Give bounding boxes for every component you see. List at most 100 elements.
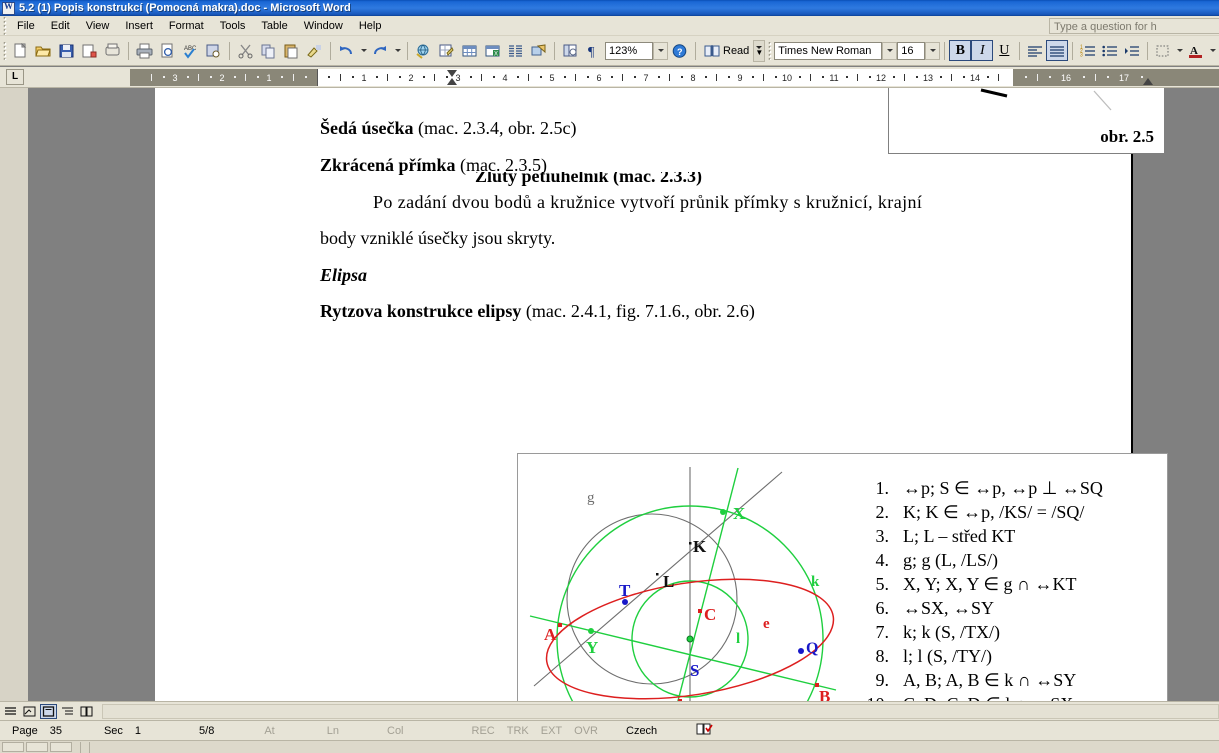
font-name-dropdown-icon[interactable] bbox=[882, 41, 898, 60]
search-folder-icon[interactable] bbox=[101, 40, 124, 62]
menu-tools[interactable]: Tools bbox=[212, 18, 254, 34]
increase-indent-icon[interactable] bbox=[1121, 40, 1143, 61]
document-map-icon[interactable] bbox=[559, 40, 582, 62]
menu-file[interactable]: File bbox=[9, 18, 43, 34]
toolbar-grip-handle-2[interactable] bbox=[765, 41, 775, 60]
label-g: g bbox=[587, 490, 595, 506]
menu-grip-handle[interactable] bbox=[0, 16, 9, 35]
spell-check-status-icon[interactable] bbox=[689, 722, 719, 739]
menu-format[interactable]: Format bbox=[161, 18, 212, 34]
new-document-icon[interactable] bbox=[9, 40, 32, 62]
menu-edit[interactable]: Edit bbox=[43, 18, 78, 34]
tables-borders-icon[interactable] bbox=[435, 40, 458, 62]
ruler-tick-6: 6 bbox=[596, 73, 602, 83]
zoom-input[interactable]: 123% bbox=[605, 41, 653, 60]
print-icon[interactable] bbox=[133, 40, 156, 62]
email-icon[interactable] bbox=[78, 40, 101, 62]
menu-insert[interactable]: Insert bbox=[117, 18, 161, 34]
hanging-indent-marker[interactable] bbox=[447, 78, 457, 85]
circle-g bbox=[566, 513, 738, 685]
outline-view-icon[interactable] bbox=[59, 704, 76, 719]
copy-icon[interactable] bbox=[257, 40, 280, 62]
ruler-strip[interactable]: 3 2 1 1 2 3 4 5 6 7 8 9 10 11 12 13 14 1… bbox=[130, 69, 1219, 86]
help-icon[interactable]: ? bbox=[668, 40, 691, 62]
bold-button[interactable]: B bbox=[949, 40, 972, 61]
toolbar-placeholder-3[interactable] bbox=[50, 742, 72, 752]
ask-a-question-input[interactable]: Type a question for h bbox=[1049, 18, 1219, 34]
spelling-check-icon[interactable]: ABC bbox=[179, 40, 202, 62]
horizontal-scrollbar[interactable] bbox=[102, 704, 1219, 719]
ruler-tick-7: 7 bbox=[643, 73, 649, 83]
menu-help[interactable]: Help bbox=[351, 18, 390, 34]
open-folder-icon[interactable] bbox=[32, 40, 55, 62]
menu-window[interactable]: Window bbox=[296, 18, 351, 34]
ruler-right-margin-shade bbox=[1013, 69, 1219, 86]
borders-icon[interactable] bbox=[1152, 40, 1174, 61]
step-number: 2. bbox=[875, 502, 890, 522]
first-line-indent-marker[interactable] bbox=[447, 70, 457, 77]
align-justify-icon[interactable] bbox=[1046, 40, 1069, 61]
insert-table-icon[interactable] bbox=[458, 40, 481, 62]
status-language[interactable]: Czech bbox=[620, 725, 663, 737]
font-color-icon[interactable]: A bbox=[1185, 40, 1207, 61]
list-item: 8. l; l (S, /TY/) bbox=[863, 644, 1103, 668]
format-painter-icon[interactable] bbox=[303, 40, 326, 62]
normal-view-icon[interactable] bbox=[2, 704, 19, 719]
save-icon[interactable] bbox=[55, 40, 78, 62]
underline-button[interactable]: U bbox=[993, 40, 1015, 61]
font-size-dropdown-icon[interactable] bbox=[925, 41, 941, 60]
toolbar-grip-handle-1[interactable] bbox=[0, 41, 9, 60]
menu-table[interactable]: Table bbox=[253, 18, 295, 34]
columns-icon[interactable] bbox=[504, 40, 527, 62]
redo-dropdown-icon[interactable] bbox=[392, 40, 403, 62]
research-icon[interactable] bbox=[202, 40, 225, 62]
left-margin-marker[interactable] bbox=[317, 69, 318, 86]
status-ext-toggle[interactable]: EXT bbox=[535, 725, 568, 737]
numbered-list-icon[interactable]: 123 bbox=[1077, 40, 1099, 61]
font-size-input[interactable]: 16 bbox=[897, 41, 926, 60]
obr26-figure-box[interactable]: g X K L T k C e A Y l Q S B D p bbox=[517, 453, 1168, 701]
borders-dropdown-icon[interactable] bbox=[1174, 40, 1185, 62]
print-preview-icon[interactable] bbox=[156, 40, 179, 62]
tab-stop-selector[interactable]: L bbox=[6, 69, 24, 85]
insert-excel-icon[interactable]: X bbox=[481, 40, 504, 62]
svg-text:?: ? bbox=[677, 47, 683, 57]
reading-layout-icon[interactable] bbox=[78, 704, 95, 719]
list-item: 1. ↔p; S ∈ ↔p, ↔p ⊥ ↔SQ bbox=[863, 476, 1103, 500]
toolbar-placeholder-2[interactable] bbox=[26, 742, 48, 752]
toolbar-placeholder-1[interactable] bbox=[2, 742, 24, 752]
zoom-dropdown-icon[interactable] bbox=[653, 41, 668, 60]
toolbar-options-overflow-icon[interactable]: ▼ bbox=[753, 39, 766, 62]
italic-button[interactable]: I bbox=[971, 40, 994, 61]
status-rec-toggle[interactable]: REC bbox=[466, 725, 501, 737]
menu-view[interactable]: View bbox=[78, 18, 118, 34]
align-left-icon[interactable] bbox=[1024, 40, 1046, 61]
print-layout-view-icon[interactable] bbox=[40, 703, 57, 719]
status-trk-toggle[interactable]: TRK bbox=[501, 725, 535, 737]
menu-bar: File Edit View Insert Format Tools Table… bbox=[0, 16, 1219, 36]
hyperlink-icon[interactable] bbox=[412, 40, 435, 62]
paragraph-zkracena-primka: Zkrácená přímka (mac. 2.3.5) bbox=[320, 155, 547, 176]
document-canvas[interactable]: Žlutý petiúhelník (mac. 2.3.3) obr. 2.5 … bbox=[0, 88, 1219, 701]
web-layout-view-icon[interactable] bbox=[21, 704, 38, 719]
undo-icon[interactable] bbox=[335, 40, 358, 62]
paste-icon[interactable] bbox=[280, 40, 303, 62]
document-page[interactable]: Žlutý petiúhelník (mac. 2.3.3) obr. 2.5 … bbox=[155, 88, 1168, 701]
ruler-tick-4: 4 bbox=[502, 73, 508, 83]
font-name-input[interactable]: Times New Roman bbox=[774, 41, 883, 60]
point-X bbox=[720, 509, 726, 515]
right-indent-marker[interactable] bbox=[1143, 78, 1153, 85]
read-button[interactable]: Read bbox=[700, 42, 753, 59]
show-formatting-icon[interactable]: ¶ bbox=[582, 40, 605, 62]
horizontal-ruler[interactable]: L 3 2 1 1 2 3 4 5 6 7 8 9 10 11 12 13 14… bbox=[0, 67, 1219, 88]
cut-icon[interactable] bbox=[234, 40, 257, 62]
ruler-tick-10: 10 bbox=[781, 73, 793, 83]
redo-icon[interactable] bbox=[369, 40, 392, 62]
status-ovr-toggle[interactable]: OVR bbox=[568, 725, 604, 737]
font-color-dropdown-icon[interactable] bbox=[1207, 40, 1218, 62]
drawing-icon[interactable] bbox=[527, 40, 550, 62]
bulleted-list-icon[interactable] bbox=[1099, 40, 1121, 61]
undo-dropdown-icon[interactable] bbox=[358, 40, 369, 62]
label-X: X bbox=[733, 504, 746, 523]
step-text: l; l (S, /TY/) bbox=[903, 646, 992, 666]
